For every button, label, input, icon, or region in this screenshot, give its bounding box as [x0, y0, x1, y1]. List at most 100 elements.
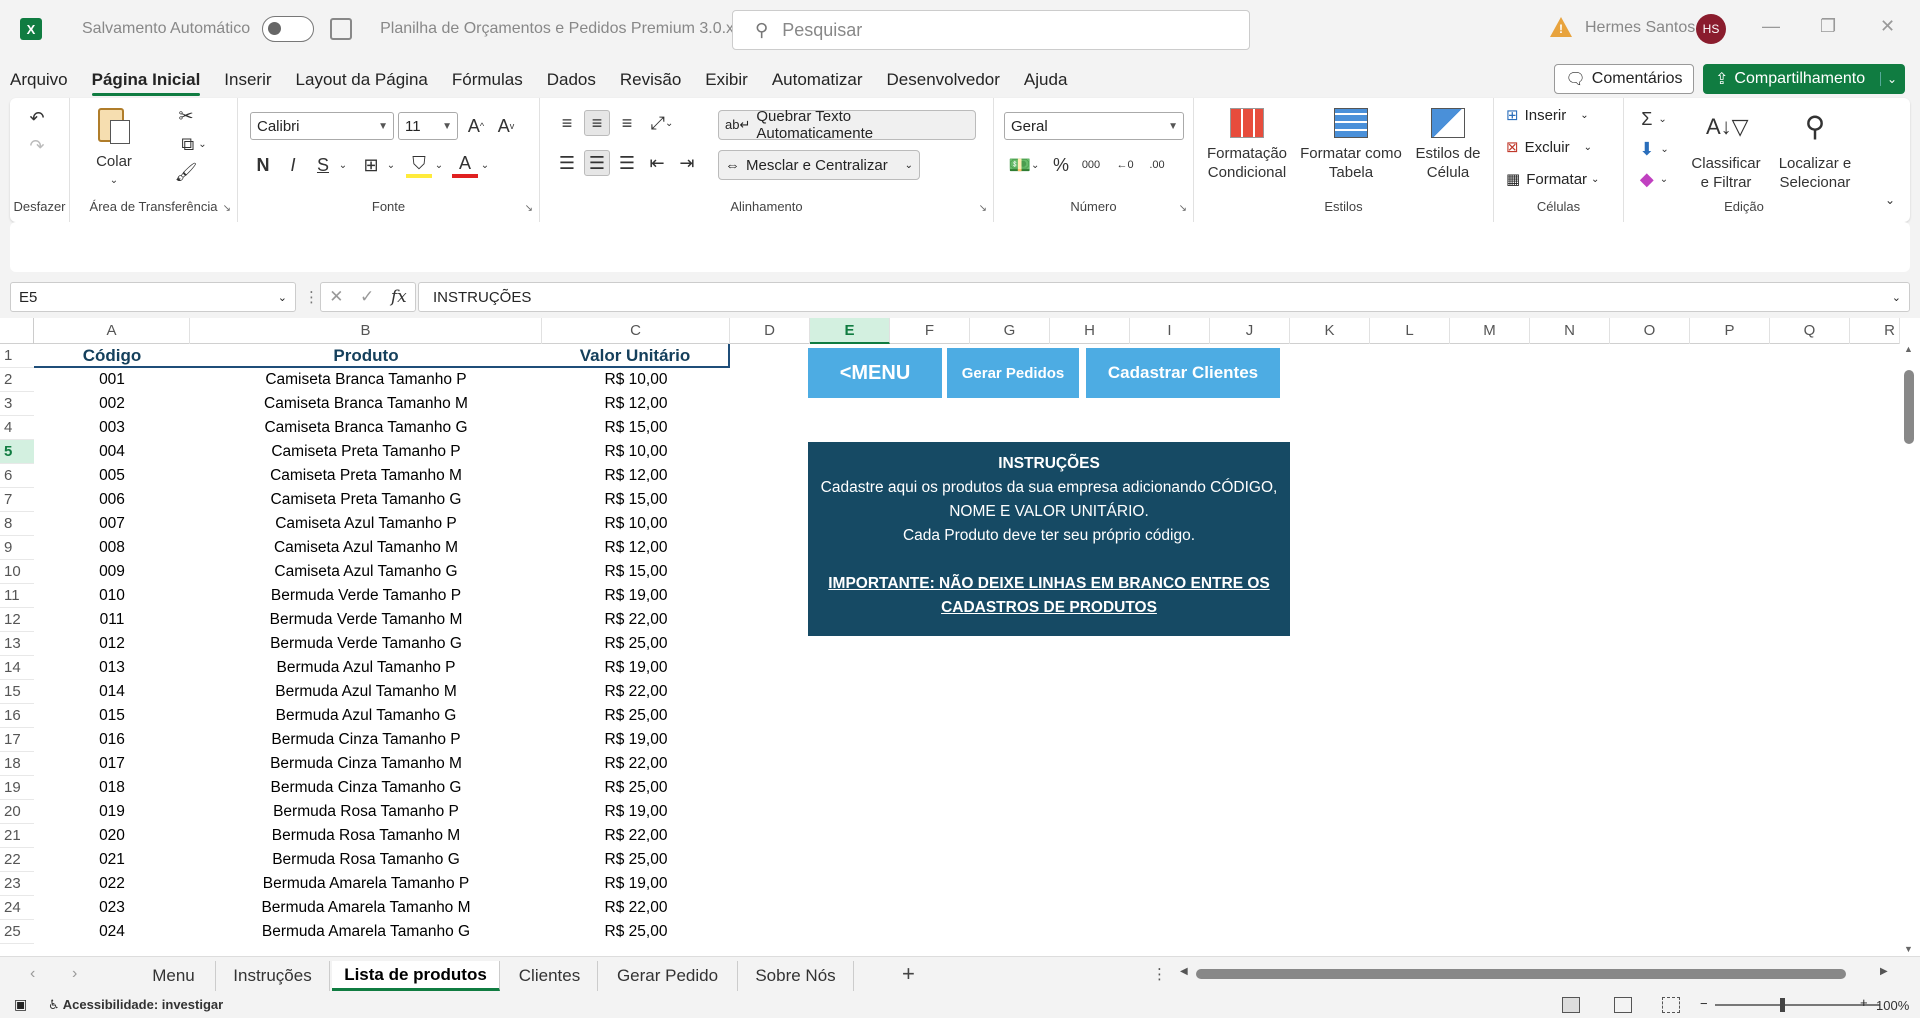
- scroll-left-icon[interactable]: ◀: [1180, 966, 1188, 977]
- table-cell[interactable]: Bermuda Azul Tamanho G: [190, 704, 542, 728]
- chevron-right-icon[interactable]: ›: [72, 965, 77, 983]
- row-header[interactable]: 21: [0, 824, 34, 848]
- generate-orders-button[interactable]: Gerar Pedidos: [947, 348, 1079, 398]
- conditional-formatting-button[interactable]: Formatação Condicional: [1202, 108, 1292, 182]
- table-cell[interactable]: R$ 25,00: [542, 848, 730, 872]
- table-cell[interactable]: Camiseta Branca Tamanho G: [190, 416, 542, 440]
- table-cell[interactable]: Camiseta Preta Tamanho G: [190, 488, 542, 512]
- scroll-down-icon[interactable]: ▼: [1904, 944, 1913, 954]
- table-header-cell[interactable]: Produto: [190, 344, 542, 368]
- cut-icon[interactable]: ✂: [174, 104, 198, 128]
- more-options-icon[interactable]: ⋮: [304, 288, 319, 306]
- row-header[interactable]: 16: [0, 704, 34, 728]
- column-header-n[interactable]: N: [1530, 318, 1610, 344]
- align-middle-icon[interactable]: ≡: [584, 110, 610, 136]
- format-as-table-button[interactable]: Formatar como Tabela: [1296, 108, 1406, 182]
- row-header[interactable]: 22: [0, 848, 34, 872]
- menu-button[interactable]: <MENU: [808, 348, 942, 398]
- table-cell[interactable]: R$ 12,00: [542, 536, 730, 560]
- vertical-scroll-thumb[interactable]: [1904, 370, 1914, 444]
- fill-icon[interactable]: ⬇ ⌄: [1634, 136, 1674, 162]
- dialog-launcher-icon[interactable]: ↘: [525, 203, 533, 214]
- decrease-decimal-icon[interactable]: .00: [1142, 152, 1172, 178]
- table-cell[interactable]: R$ 22,00: [542, 752, 730, 776]
- table-cell[interactable]: 022: [34, 872, 190, 896]
- merge-center-button[interactable]: ⇔ Mesclar e Centralizar ⌄: [718, 150, 920, 180]
- decrease-indent-icon[interactable]: ⇤: [644, 150, 670, 176]
- table-cell[interactable]: Bermuda Amarela Tamanho P: [190, 872, 542, 896]
- table-cell[interactable]: Bermuda Rosa Tamanho M: [190, 824, 542, 848]
- table-cell[interactable]: Bermuda Azul Tamanho P: [190, 656, 542, 680]
- page-break-icon[interactable]: [1662, 997, 1680, 1013]
- table-cell[interactable]: R$ 15,00: [542, 560, 730, 584]
- scroll-right-icon[interactable]: ▶: [1880, 966, 1888, 977]
- chevron-down-icon[interactable]: ⌄: [1879, 72, 1897, 86]
- table-cell[interactable]: R$ 10,00: [542, 440, 730, 464]
- table-cell[interactable]: R$ 22,00: [542, 608, 730, 632]
- worksheet-grid[interactable]: A B C D E F G H I J K L M N O P Q R 1234…: [0, 318, 1920, 956]
- table-cell[interactable]: R$ 12,00: [542, 464, 730, 488]
- thousands-button[interactable]: 000: [1076, 152, 1106, 178]
- tab-automatizar[interactable]: Automatizar: [760, 62, 875, 98]
- add-sheet-icon[interactable]: +: [902, 961, 915, 987]
- column-header-c[interactable]: C: [542, 318, 730, 344]
- dialog-launcher-icon[interactable]: ↘: [223, 203, 231, 214]
- table-cell[interactable]: 001: [34, 368, 190, 392]
- zoom-in-icon[interactable]: +: [1860, 995, 1868, 1010]
- tab-desenvolvedor[interactable]: Desenvolvedor: [875, 62, 1012, 98]
- sheet-tab-gerar-pedido[interactable]: Gerar Pedido: [598, 961, 738, 991]
- instructions-box[interactable]: INSTRUÇÕES Cadastre aqui os produtos da …: [808, 442, 1290, 636]
- row-header[interactable]: 9: [0, 536, 34, 560]
- dialog-launcher-icon[interactable]: ↘: [979, 203, 987, 214]
- align-right-icon[interactable]: ☰: [614, 150, 640, 176]
- find-select-button[interactable]: ⚲ Localizar e Selecionar: [1770, 108, 1860, 192]
- percent-button[interactable]: %: [1048, 152, 1074, 178]
- chevron-down-icon[interactable]: ⌄: [432, 152, 446, 178]
- row-header[interactable]: 10: [0, 560, 34, 584]
- row-header[interactable]: 19: [0, 776, 34, 800]
- sheet-tab-instrucoes[interactable]: Instruções: [216, 961, 330, 991]
- copy-icon[interactable]: ⧉ ⌄: [174, 132, 214, 156]
- format-painter-icon[interactable]: 🖌: [174, 160, 198, 184]
- column-header-q[interactable]: Q: [1770, 318, 1850, 344]
- bold-button[interactable]: N: [250, 152, 276, 178]
- table-cell[interactable]: R$ 25,00: [542, 632, 730, 656]
- table-cell[interactable]: 021: [34, 848, 190, 872]
- accessibility-status[interactable]: ♿ Acessibilidade: investigar: [48, 997, 223, 1013]
- row-header[interactable]: 4: [0, 416, 34, 440]
- underline-button[interactable]: S: [310, 152, 336, 178]
- table-cell[interactable]: R$ 19,00: [542, 656, 730, 680]
- table-cell[interactable]: 012: [34, 632, 190, 656]
- row-header[interactable]: 11: [0, 584, 34, 608]
- table-header-cell[interactable]: Valor Unitário: [542, 344, 730, 368]
- column-header-p[interactable]: P: [1690, 318, 1770, 344]
- insert-cells-button[interactable]: ⊞ Inserir ⌄: [1506, 106, 1589, 125]
- formula-input[interactable]: INSTRUÇÕES ⌄: [418, 282, 1910, 312]
- table-cell[interactable]: R$ 22,00: [542, 824, 730, 848]
- align-bottom-icon[interactable]: ≡: [614, 110, 640, 136]
- insert-function-icon[interactable]: fx: [391, 287, 407, 307]
- table-cell[interactable]: R$ 19,00: [542, 584, 730, 608]
- table-cell[interactable]: R$ 19,00: [542, 728, 730, 752]
- align-center-icon[interactable]: ☰: [584, 150, 610, 176]
- format-cells-button[interactable]: ▦ Formatar ⌄: [1506, 170, 1599, 189]
- tab-formulas[interactable]: Fórmulas: [440, 62, 535, 98]
- row-header[interactable]: 12: [0, 608, 34, 632]
- row-header[interactable]: 6: [0, 464, 34, 488]
- table-cell[interactable]: Camiseta Branca Tamanho P: [190, 368, 542, 392]
- scroll-up-icon[interactable]: ▲: [1904, 344, 1913, 354]
- table-cell[interactable]: 010: [34, 584, 190, 608]
- orientation-icon[interactable]: ⤢ ⌄: [644, 110, 680, 136]
- table-cell[interactable]: R$ 19,00: [542, 872, 730, 896]
- table-cell[interactable]: R$ 10,00: [542, 512, 730, 536]
- increase-font-icon[interactable]: A ^: [462, 112, 490, 140]
- tab-layout[interactable]: Layout da Página: [284, 62, 440, 98]
- cancel-icon[interactable]: ✕: [329, 287, 343, 307]
- chevron-down-icon[interactable]: ⌄: [478, 152, 492, 178]
- column-header-d[interactable]: D: [730, 318, 810, 344]
- table-cell[interactable]: R$ 15,00: [542, 488, 730, 512]
- table-cell[interactable]: 003: [34, 416, 190, 440]
- table-cell[interactable]: 020: [34, 824, 190, 848]
- column-header-a[interactable]: A: [34, 318, 190, 344]
- table-cell[interactable]: Bermuda Amarela Tamanho G: [190, 920, 542, 944]
